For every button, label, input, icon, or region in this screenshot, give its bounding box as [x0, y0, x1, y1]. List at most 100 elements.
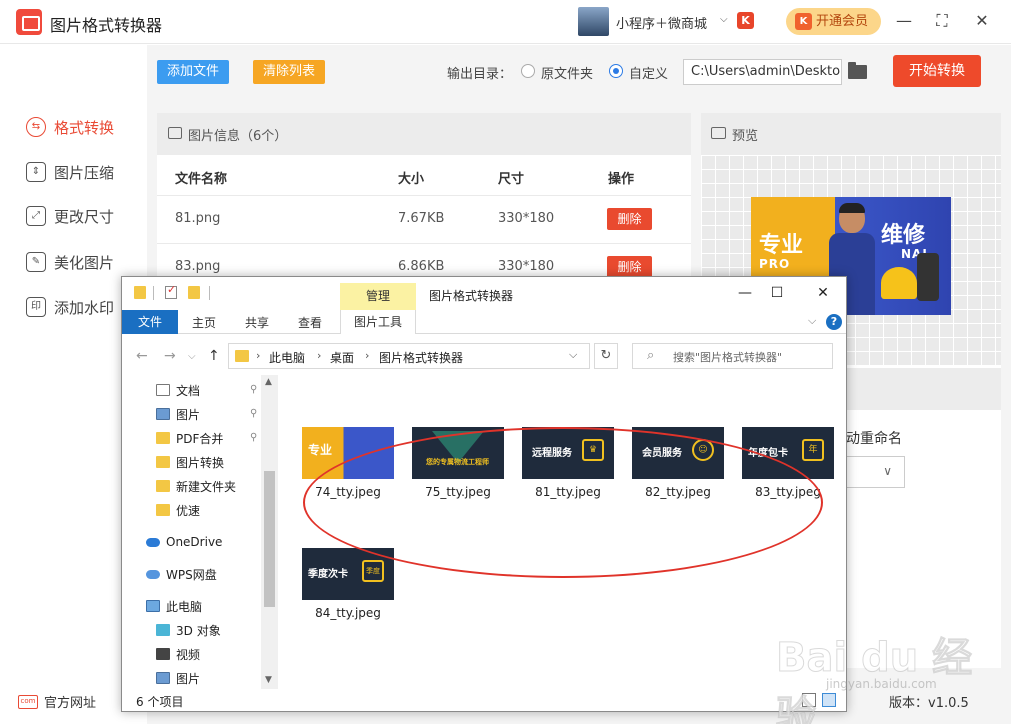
clear-list-button[interactable]: 清除列表: [253, 60, 325, 84]
breadcrumb-current[interactable]: 图片格式转换器: [379, 349, 463, 366]
mini-program-label[interactable]: 小程序＋微商城: [616, 13, 707, 32]
delete-button[interactable]: 删除: [607, 256, 652, 278]
brand-badge-icon: K: [737, 12, 754, 29]
file-item[interactable]: 季度次卡 季度 84_tty.jpeg: [302, 548, 394, 620]
pin-icon[interactable]: ⚲: [250, 408, 257, 419]
file-item[interactable]: 您的专属物流工程师 75_tty.jpeg: [412, 427, 504, 499]
help-icon[interactable]: ?: [826, 314, 842, 330]
onedrive-icon: [146, 537, 160, 547]
explorer-close-button[interactable]: ✕: [808, 282, 838, 304]
nav-item-pictures[interactable]: 图片: [156, 405, 200, 423]
breadcrumb-desktop[interactable]: 桌面: [330, 349, 354, 366]
forward-arrow-icon[interactable]: →: [164, 348, 176, 364]
file-item[interactable]: 年度包卡年 83_tty.jpeg: [742, 427, 834, 499]
scroll-down-icon[interactable]: ▼: [265, 675, 272, 685]
nav-item-videos[interactable]: 视频: [156, 645, 200, 663]
file-item[interactable]: 远程服务 ♛ 81_tty.jpeg: [522, 427, 614, 499]
nav-item-this-pc[interactable]: 此电脑: [146, 597, 202, 615]
scroll-up-icon[interactable]: ▲: [265, 377, 272, 387]
file-item[interactable]: 会员服务 ☺ 82_tty.jpeg: [632, 427, 724, 499]
nav-item-pdf-merge[interactable]: PDF合并: [156, 429, 223, 447]
helmet-figure: [881, 267, 917, 299]
chevron-down-icon[interactable]: ⌵: [808, 314, 816, 328]
new-folder-icon[interactable]: [188, 286, 200, 299]
file-thumbnail: 季度次卡 季度: [302, 548, 394, 600]
sidebar-item-resize[interactable]: ⤢ 更改尺寸: [26, 204, 114, 228]
sidebar-item-label: 添加水印: [54, 298, 115, 317]
sidebar-item-watermark[interactable]: 印 添加水印: [26, 295, 114, 319]
app-titlebar: 图片格式转换器 小程序＋微商城 ⌵ K K 开通会员 — ⛶ ✕: [0, 0, 1011, 44]
table-cell-name: 81.png: [175, 211, 221, 226]
add-file-button[interactable]: 添加文件: [157, 60, 229, 84]
tab-file[interactable]: 文件: [122, 310, 178, 334]
recent-chevron-icon[interactable]: ⌵: [188, 351, 196, 362]
official-site-link[interactable]: com 官方网址: [18, 692, 96, 711]
rename-dropdown[interactable]: ∨: [846, 456, 905, 488]
properties-icon[interactable]: [165, 283, 177, 299]
toolbar-divider: [153, 286, 154, 300]
close-button[interactable]: ✕: [971, 10, 993, 32]
sidebar-item-label: 更改尺寸: [54, 207, 115, 226]
tab-home[interactable]: 主页: [192, 314, 216, 331]
breadcrumb-this-pc[interactable]: 此电脑: [269, 349, 305, 366]
tab-manage[interactable]: 管理: [340, 283, 416, 311]
explorer-minimize-button[interactable]: —: [730, 282, 760, 304]
up-arrow-icon[interactable]: ↑: [208, 348, 220, 364]
compress-icon: ⇕: [26, 162, 46, 182]
explorer-maximize-button[interactable]: ☐: [762, 282, 792, 304]
details-view-icon[interactable]: [802, 693, 816, 707]
folder-icon: [156, 456, 170, 468]
nav-item-image-convert[interactable]: 图片转换: [156, 453, 224, 471]
tab-picture-tools[interactable]: 图片工具: [340, 310, 416, 334]
nav-item-yousu[interactable]: 优速: [156, 501, 200, 519]
official-site-label: 官方网址: [44, 696, 97, 711]
folder-browse-icon[interactable]: [848, 62, 867, 79]
start-convert-button[interactable]: 开始转换: [893, 55, 981, 87]
chevron-down-icon[interactable]: ⌵: [569, 348, 577, 362]
scrollbar-thumb[interactable]: [264, 471, 275, 607]
minimize-button[interactable]: —: [893, 10, 915, 32]
table-cell-size: 7.67KB: [398, 211, 445, 226]
large-icons-view-icon[interactable]: [822, 693, 836, 707]
sidebar-item-compress[interactable]: ⇕ 图片压缩: [26, 160, 114, 184]
sidebar-item-beautify[interactable]: ✎ 美化图片: [26, 250, 114, 274]
tab-share[interactable]: 共享: [245, 314, 269, 331]
nav-item-documents[interactable]: 文档: [156, 381, 200, 399]
refresh-icon[interactable]: ↻: [594, 343, 618, 369]
nav-item-pictures-pc[interactable]: 图片: [156, 669, 200, 687]
folder-icon: [156, 504, 170, 516]
radio-original-folder[interactable]: [521, 64, 535, 78]
image-icon: [168, 127, 182, 139]
file-item[interactable]: 专业 74_tty.jpeg: [302, 427, 394, 499]
back-arrow-icon[interactable]: ←: [136, 348, 148, 364]
sidebar-item-label: 美化图片: [54, 253, 115, 272]
sidebar-item-format-convert[interactable]: ⇆ 格式转换: [26, 115, 114, 139]
row-divider: [157, 243, 691, 244]
banner-text-right: 维修: [881, 223, 926, 248]
banner-text-left: 专业: [759, 233, 804, 258]
radio-custom-folder[interactable]: [609, 64, 623, 78]
nav-item-3d-objects[interactable]: 3D 对象: [156, 621, 221, 639]
nav-item-onedrive[interactable]: OneDrive: [146, 533, 222, 551]
explorer-window: 管理 图片格式转换器 — ☐ ✕ 文件 主页 共享 查看 图片工具 ⌵ ? ← …: [121, 276, 847, 712]
beautify-icon: ✎: [26, 252, 46, 272]
pin-icon[interactable]: ⚲: [250, 432, 257, 443]
chevron-down-icon[interactable]: ⌵: [720, 14, 728, 25]
pin-icon[interactable]: ⚲: [250, 384, 257, 395]
tab-view[interactable]: 查看: [298, 314, 322, 331]
vip-button[interactable]: K 开通会员: [786, 8, 881, 35]
navigation-pane: 文档 ⚲ 图片 ⚲ PDF合并 ⚲ 图片转换 新建文件夹 优速 OneDrive…: [122, 375, 278, 689]
nav-item-new-folder[interactable]: 新建文件夹: [156, 477, 236, 495]
delete-button[interactable]: 删除: [607, 208, 652, 230]
table-cell-dims: 330*180: [498, 259, 555, 274]
nav-item-wps-drive[interactable]: WPS网盘: [146, 565, 217, 583]
toolbar-divider: [209, 286, 210, 300]
file-thumbnail: 年度包卡年: [742, 427, 834, 479]
file-name: 75_tty.jpeg: [425, 485, 491, 499]
output-path-input[interactable]: C:\Users\admin\Deskto: [683, 59, 842, 85]
maximize-button[interactable]: ⛶: [931, 10, 953, 32]
search-input[interactable]: ⌕ 搜索"图片格式转换器": [632, 343, 833, 369]
address-bar[interactable]: › 此电脑 › 桌面 › 图片格式转换器 ⌵: [228, 343, 590, 369]
mini-program-avatar[interactable]: [578, 7, 609, 36]
nav-scrollbar[interactable]: ▲ ▼: [261, 375, 278, 689]
